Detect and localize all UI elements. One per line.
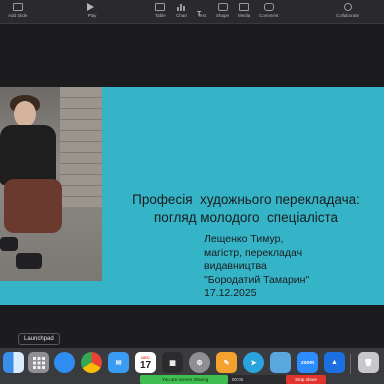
author-role: магістр, перекладач — [204, 246, 303, 259]
slide[interactable]: Професія художнього перекладача: погляд … — [0, 87, 384, 305]
shape-label: Shape — [216, 13, 230, 18]
trash-icon[interactable]: 🗑 — [358, 352, 379, 373]
dock-separator — [350, 354, 351, 374]
slide-canvas[interactable]: Професія художнього перекладача: погляд … — [0, 25, 384, 347]
play-icon — [87, 3, 97, 11]
settings-icon[interactable]: ⚙ — [189, 352, 210, 373]
calculator-icon[interactable]: ▦ — [162, 352, 183, 373]
table-button[interactable]: Table — [155, 3, 166, 18]
text-icon: T — [197, 11, 202, 18]
toolbar: Add Slide Play Table Chart T Text Shape … — [0, 0, 384, 24]
calendar-icon[interactable]: DEC 17 — [135, 352, 156, 373]
chrome-icon[interactable] — [81, 352, 102, 373]
author-org-line1: видавництва — [204, 260, 267, 272]
add-slide-button[interactable]: Add Slide — [8, 3, 27, 18]
preview-icon[interactable] — [270, 352, 291, 373]
app-window: Add Slide Play Table Chart T Text Shape … — [0, 0, 384, 384]
author-org-line2: "Бородатий Тамарин" — [204, 273, 310, 286]
mail-icon[interactable]: ✉ — [108, 352, 129, 373]
slide-title-line2: погляд молодого спеціаліста — [154, 210, 338, 225]
play-button[interactable]: Play — [87, 3, 97, 18]
launchpad-tooltip: Launchpad — [18, 333, 60, 345]
author-name: Лещенко Тимур, — [204, 233, 284, 245]
calendar-day: 17 — [139, 359, 152, 371]
text-label: Text — [197, 13, 207, 18]
speaker-photo — [0, 87, 102, 281]
launchpad-grid-icon — [32, 356, 45, 369]
collaborate-label: Collaborate — [336, 13, 360, 18]
media-icon — [239, 3, 250, 11]
chart-icon — [176, 3, 187, 11]
screen-sharing-banner[interactable]: You are screen sharing — [140, 375, 228, 384]
media-button[interactable]: Media — [238, 3, 250, 18]
chart-button[interactable]: Chart — [176, 3, 187, 18]
table-label: Table — [155, 13, 166, 18]
stop-share-button[interactable]: Stop share — [286, 375, 326, 384]
add-slide-icon — [12, 3, 23, 11]
meeting-timer: 00:00 — [228, 375, 286, 384]
table-icon — [155, 3, 166, 11]
comment-button[interactable]: Comment — [259, 3, 279, 18]
shape-icon — [217, 3, 228, 11]
author-block[interactable]: Лещенко Тимур, магістр, перекладач видав… — [204, 233, 309, 301]
collaborate-icon — [343, 3, 352, 11]
launchpad-icon[interactable] — [28, 352, 49, 373]
add-slide-label: Add Slide — [8, 13, 28, 18]
shape-button[interactable]: Shape — [216, 3, 229, 18]
zoom-icon[interactable]: zoom — [297, 352, 318, 373]
zoom-label: zoom — [300, 359, 315, 366]
pages-icon[interactable]: ✎ — [216, 352, 237, 373]
finder-icon[interactable] — [3, 352, 24, 373]
presentation-date: 17.12.2025 — [204, 287, 257, 299]
keynote-icon[interactable]: ▲ — [324, 352, 345, 373]
safari-icon[interactable] — [54, 352, 75, 373]
text-button[interactable]: T Text — [197, 3, 207, 18]
play-label: Play — [87, 13, 97, 18]
telegram-icon[interactable]: ➤ — [243, 352, 264, 373]
slide-title[interactable]: Професія художнього перекладача: погляд … — [108, 191, 384, 227]
chart-label: Chart — [176, 13, 188, 18]
collaborate-button[interactable]: Collaborate — [336, 3, 359, 18]
media-label: Media — [238, 13, 251, 18]
slide-title-line1: Професія художнього перекладача: — [132, 192, 360, 207]
comment-icon — [263, 3, 274, 11]
comment-label: Comment — [259, 13, 279, 18]
